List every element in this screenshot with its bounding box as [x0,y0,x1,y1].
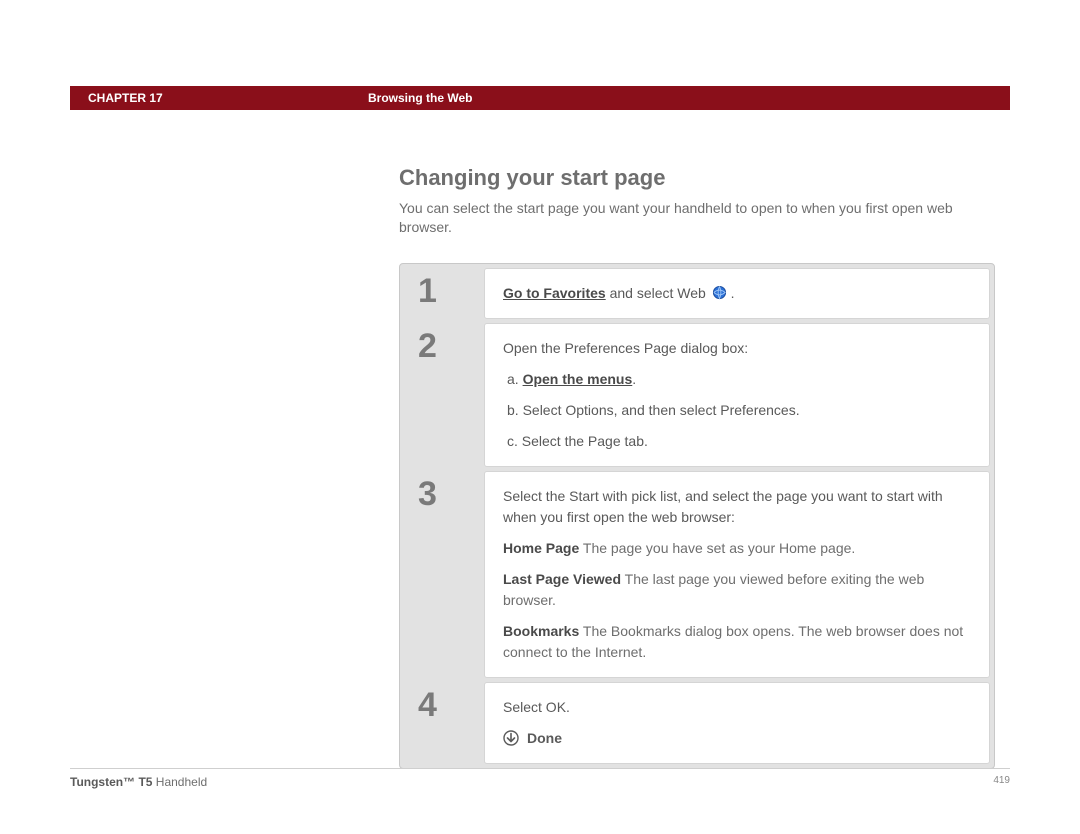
option-bookmarks-term: Bookmarks [503,623,579,639]
section-intro: You can select the start page you want y… [399,199,995,237]
option-home-page-term: Home Page [503,540,579,556]
step1-rest: and select Web [606,285,710,301]
step2-a-prefix: a. [507,371,523,387]
product-rest: Handheld [152,775,207,789]
product-name: Tungsten™ T5 Handheld [70,775,207,789]
chapter-header-bar: CHAPTER 17 Browsing the Web [70,86,1010,110]
page-number: 419 [993,775,1010,789]
step4-line: Select OK. [503,697,971,718]
step2-c: c. Select the Page tab. [507,431,971,452]
web-icon [712,285,727,300]
step-number: 1 [404,268,484,319]
step-row: 2 Open the Preferences Page dialog box: … [404,323,990,467]
step2-intro: Open the Preferences Page dialog box: [503,338,971,359]
step-number: 4 [404,682,484,764]
option-home-page-desc: The page you have set as your Home page. [579,540,855,556]
step-body: Select OK. Done [484,682,990,764]
down-arrow-icon [503,730,519,746]
main-content: Changing your start page You can select … [399,165,995,769]
steps-container: 1 Go to Favorites and select Web . 2 O [399,263,995,769]
step-body: Select the Start with pick list, and sel… [484,471,990,678]
step-body: Open the Preferences Page dialog box: a.… [484,323,990,467]
done-indicator: Done [503,728,971,749]
open-the-menus-link[interactable]: Open the menus [523,371,633,387]
step-row: 1 Go to Favorites and select Web . [404,268,990,319]
section-heading: Changing your start page [399,165,995,191]
step-body: Go to Favorites and select Web . [484,268,990,319]
step-row: 4 Select OK. Done [404,682,990,764]
page-footer: Tungsten™ T5 Handheld 419 [70,768,1010,789]
step-number: 3 [404,471,484,678]
done-label: Done [527,728,562,749]
option-last-page-term: Last Page Viewed [503,571,621,587]
chapter-title: Browsing the Web [368,91,472,105]
period: . [727,285,735,301]
chapter-label: CHAPTER 17 [88,91,368,105]
step-number: 2 [404,323,484,467]
product-bold: Tungsten™ T5 [70,775,152,789]
step-row: 3 Select the Start with pick list, and s… [404,471,990,678]
step2-a-suffix: . [632,371,636,387]
step2-b: b. Select Options, and then select Prefe… [507,400,971,421]
step3-intro: Select the Start with pick list, and sel… [503,486,971,528]
go-to-favorites-link[interactable]: Go to Favorites [503,285,606,301]
